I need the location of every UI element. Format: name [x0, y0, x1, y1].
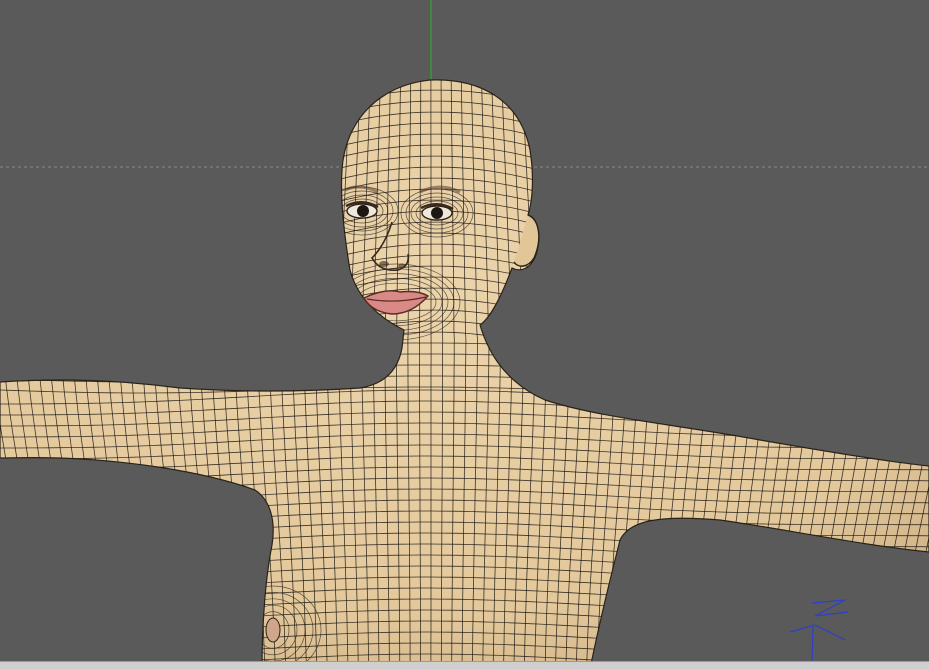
left-iris	[357, 205, 369, 217]
3d-viewport[interactable]	[0, 0, 929, 669]
viewport-bottom-bar	[0, 661, 929, 669]
viewport-canvas[interactable]	[0, 0, 929, 669]
right-iris	[431, 207, 443, 219]
chest-detail	[265, 617, 281, 643]
